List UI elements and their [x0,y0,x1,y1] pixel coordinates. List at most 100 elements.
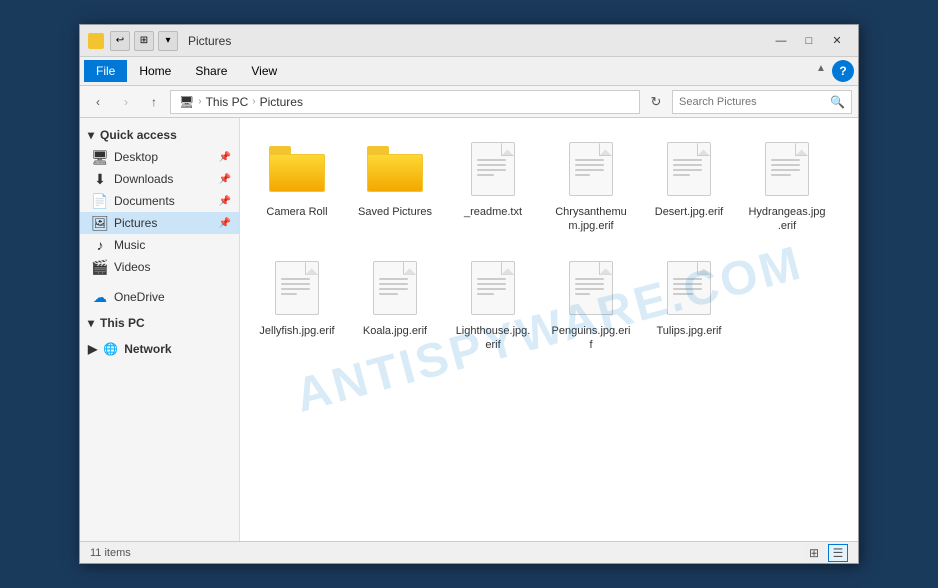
sidebar-section-network[interactable]: ▶ 🌐 Network [80,338,239,360]
window-controls: — □ ✕ [768,31,850,51]
documents-icon: 📄 [92,193,108,209]
explorer-window: ↩ ⊞ ▾ Pictures — □ ✕ File Home Share Vie… [79,24,859,564]
undo-button[interactable]: ↩ [110,31,130,51]
file-item-hydrangeas[interactable]: Hydrangeas.jpg.erif [742,130,832,241]
path-this-pc: This PC [206,95,249,109]
file-name-desert: Desert.jpg.erif [655,205,723,219]
file-item-camera-roll[interactable]: Camera Roll [252,130,342,241]
tab-home[interactable]: Home [127,60,183,82]
sidebar-item-music[interactable]: ♪ Music [80,234,239,256]
file-item-saved-pictures[interactable]: Saved Pictures [350,130,440,241]
path-sep-2: › [252,96,255,107]
file-name-readme: _readme.txt [464,205,522,219]
file-grid: Camera Roll Saved Pictures [252,130,846,359]
file-item-jellyfish[interactable]: Jellyfish.jpg.erif [252,249,342,360]
ribbon: File Home Share View ▲ ? [80,57,858,86]
file-name-camera-roll: Camera Roll [266,205,327,219]
sidebar-item-downloads[interactable]: ⬇ Downloads 📌 [80,168,239,190]
desktop-label: Desktop [114,150,158,164]
file-name-koala: Koala.jpg.erif [363,324,427,338]
refresh-button[interactable]: ↻ [644,90,668,114]
file-name-saved-pictures: Saved Pictures [358,205,432,219]
tab-share[interactable]: Share [183,60,239,82]
onedrive-label: OneDrive [114,290,165,304]
quick-access-label: Quick access [100,128,177,142]
pictures-label: Pictures [114,216,157,230]
file-item-readme[interactable]: _readme.txt [448,130,538,241]
sidebar-section-quick-access[interactable]: ▾ Quick access [80,124,239,146]
file-name-lighthouse: Lighthouse.jpg.erif [453,324,533,353]
folder-icon-camera-roll [265,137,329,201]
back-button[interactable]: ‹ [86,90,110,114]
file-item-desert[interactable]: Desert.jpg.erif [644,130,734,241]
pin-icon-desktop: 📌 [219,152,231,163]
sidebar-item-onedrive[interactable]: ☁ OneDrive [80,286,239,308]
file-item-lighthouse[interactable]: Lighthouse.jpg.erif [448,249,538,360]
file-item-koala[interactable]: Koala.jpg.erif [350,249,440,360]
properties-button[interactable]: ⊞ [134,31,154,51]
doc-icon-chrysanthemum [559,137,623,201]
doc-icon-lighthouse [461,256,525,320]
file-item-tulips[interactable]: Tulips.jpg.erif [644,249,734,360]
main-area: ▾ Quick access 🖥 Desktop 📌 ⬇ Downloads 📌… [80,118,858,541]
doc-icon-koala [363,256,427,320]
onedrive-icon: ☁ [92,289,108,305]
file-area: Camera Roll Saved Pictures [240,118,858,541]
forward-button[interactable]: › [114,90,138,114]
music-label: Music [114,238,145,252]
tab-view[interactable]: View [239,60,289,82]
file-area-wrapper: ANTISPYWARE.COM Camera Roll [240,118,858,541]
sidebar-item-pictures[interactable]: 🖼 Pictures 📌 [80,212,239,234]
path-pictures: Pictures [260,95,303,109]
help-button[interactable]: ? [832,60,854,82]
view-large-icons[interactable]: ⊞ [804,544,824,562]
ribbon-tabs: File Home Share View ▲ ? [80,57,858,85]
this-pc-label: This PC [100,316,145,330]
tab-file[interactable]: File [84,60,127,82]
network-label: Network [124,342,171,356]
documents-label: Documents [114,194,175,208]
doc-icon-jellyfish [265,256,329,320]
sidebar-item-desktop[interactable]: 🖥 Desktop 📌 [80,146,239,168]
doc-icon-tulips [657,256,721,320]
downloads-label: Downloads [114,172,173,186]
file-item-penguins[interactable]: Penguins.jpg.erif [546,249,636,360]
title-bar: ↩ ⊞ ▾ Pictures — □ ✕ [80,25,858,57]
up-button[interactable]: ↑ [142,90,166,114]
videos-label: Videos [114,260,150,274]
folder-icon-small [88,33,104,49]
doc-icon-hydrangeas [755,137,819,201]
file-item-chrysanthemum[interactable]: Chrysanthemum.jpg.erif [546,130,636,241]
pin-icon-documents: 📌 [219,196,231,207]
videos-icon: 🎬 [92,259,108,275]
minimize-button[interactable]: — [768,31,794,51]
sidebar: ▾ Quick access 🖥 Desktop 📌 ⬇ Downloads 📌… [80,118,240,541]
file-name-hydrangeas: Hydrangeas.jpg.erif [747,205,827,234]
view-controls: ⊞ ☰ [804,544,848,562]
file-name-jellyfish: Jellyfish.jpg.erif [259,324,334,338]
item-count: 11 items [90,547,131,559]
folder-icon-saved-pictures [363,137,427,201]
sidebar-item-documents[interactable]: 📄 Documents 📌 [80,190,239,212]
sidebar-section-this-pc[interactable]: ▾ This PC [80,312,239,334]
path-sep-1: › [198,96,201,107]
search-icon[interactable]: 🔍 [830,95,845,109]
sidebar-item-videos[interactable]: 🎬 Videos [80,256,239,278]
file-name-tulips: Tulips.jpg.erif [656,324,721,338]
path-icon: 🖥 [179,95,194,109]
file-name-penguins: Penguins.jpg.erif [551,324,631,353]
quick-access-arrow: ▾ [88,128,94,142]
ribbon-expand-icon[interactable]: ▲ [816,63,832,79]
close-button[interactable]: ✕ [824,31,850,51]
doc-icon-penguins [559,256,623,320]
search-input[interactable] [679,96,826,108]
maximize-button[interactable]: □ [796,31,822,51]
file-name-chrysanthemum: Chrysanthemum.jpg.erif [551,205,631,234]
search-box[interactable]: 🔍 [672,90,852,114]
dropdown-button[interactable]: ▾ [158,31,178,51]
address-path[interactable]: 🖥 › This PC › Pictures [170,90,640,114]
network-icon: 🌐 [103,342,118,356]
pin-icon-pictures: 📌 [219,218,231,229]
view-details[interactable]: ☰ [828,544,848,562]
quick-access-toolbar: ↩ ⊞ ▾ [110,31,178,51]
